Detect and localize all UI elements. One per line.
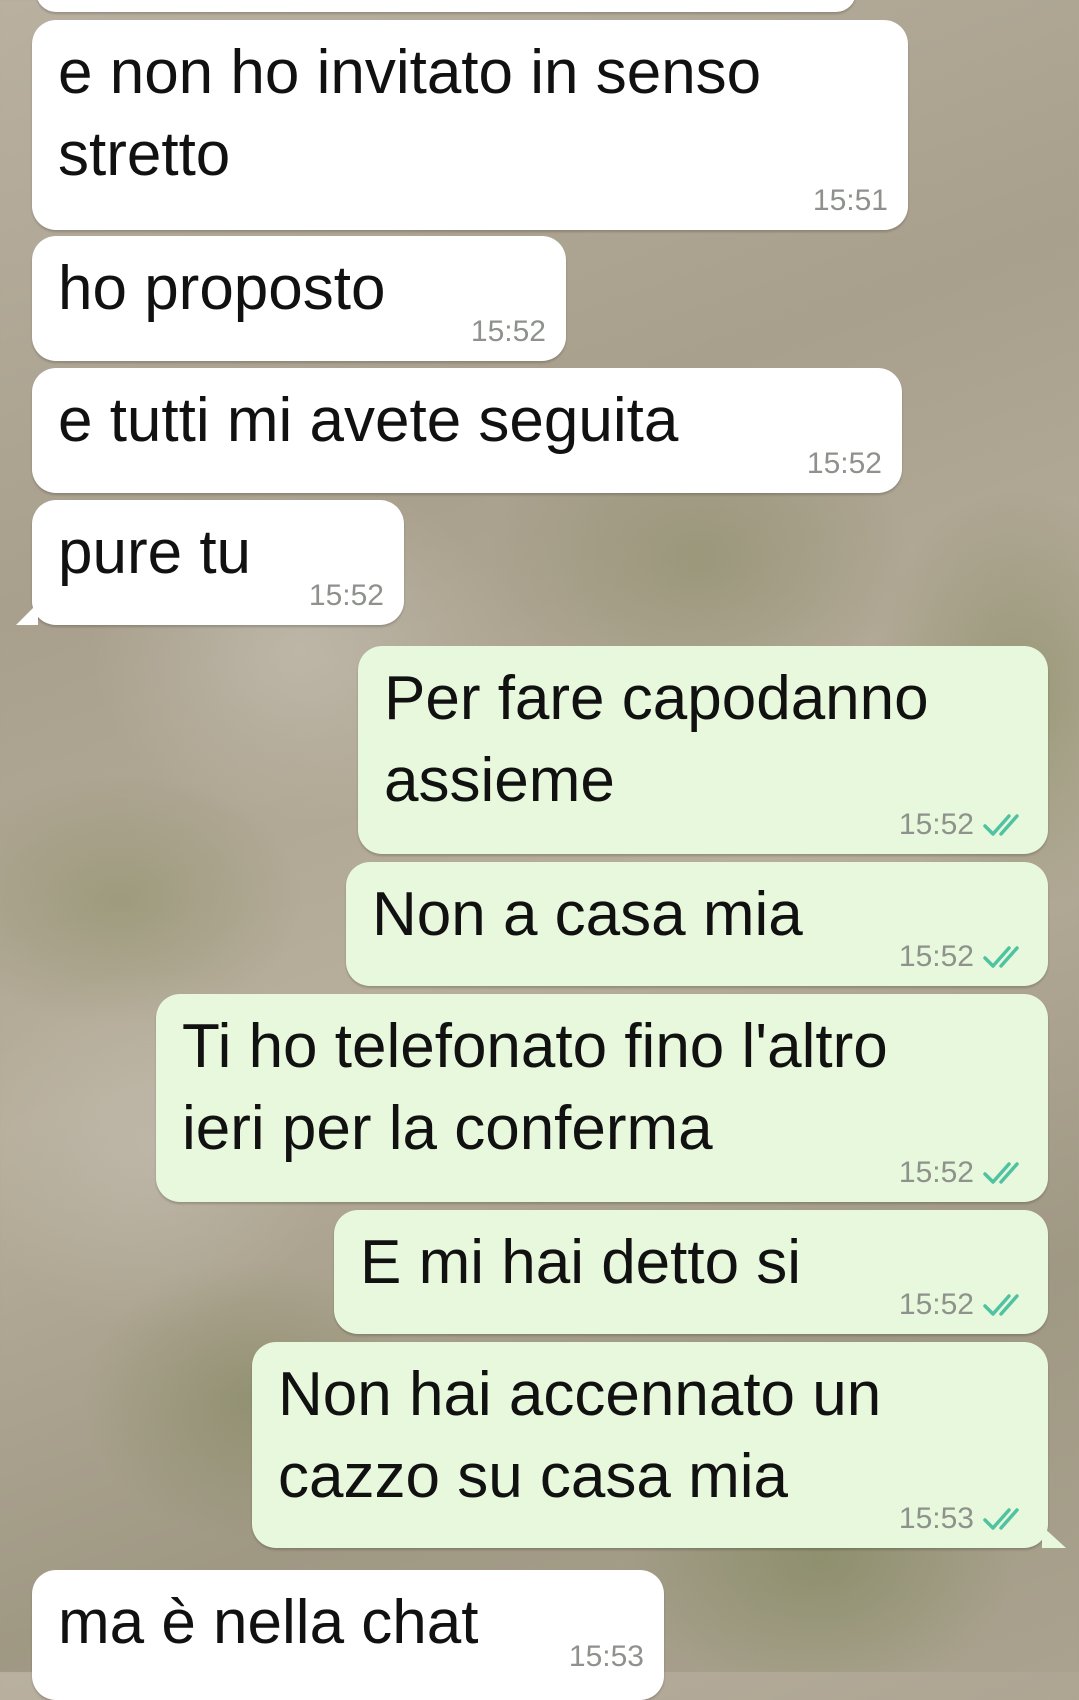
message-meta: 15:53 <box>569 1640 644 1674</box>
message-text: Non hai accennato un cazzo su casa mia <box>278 1360 882 1511</box>
message-timestamp: 15:52 <box>308 579 384 612</box>
message-timestamp: 15:52 <box>898 808 974 841</box>
message-meta: 15:52 <box>471 315 546 349</box>
bubble-tail <box>1042 1526 1066 1548</box>
message-meta: 15:52 <box>807 447 882 481</box>
double-check-icon <box>983 946 1019 968</box>
message-text: e tutti mi avete seguita <box>58 386 679 455</box>
message-timestamp: 15:52 <box>898 940 974 973</box>
message-meta: 15:51 <box>813 184 888 218</box>
message-bubble-outgoing[interactable]: Ti ho telefonato fino l'altro ieri per l… <box>156 994 1048 1202</box>
message-text: Ti ho telefonato fino l'altro ieri per l… <box>182 1012 888 1163</box>
message-bubble-outgoing[interactable]: E mi hai detto si 15:52 <box>334 1210 1048 1334</box>
message-timestamp: 15:53 <box>898 1502 974 1535</box>
message-meta: 15:52 <box>899 1156 1028 1190</box>
message-bubble-incoming[interactable]: ma è nella chat 15:53 <box>32 1570 664 1700</box>
message-bubble-incoming[interactable]: e tutti mi avete seguita 15:52 <box>32 368 902 493</box>
chat-message-list[interactable]: e non ho invitato in senso stretto 15:51… <box>0 0 1079 1700</box>
message-meta: 15:52 <box>899 1288 1028 1322</box>
bubble-tail <box>16 603 38 625</box>
message-bubble-outgoing[interactable]: Non a casa mia 15:52 <box>346 862 1048 986</box>
message-bubble-incoming[interactable]: ho proposto 15:52 <box>32 236 566 361</box>
double-check-icon <box>983 1508 1019 1530</box>
double-check-icon <box>983 1162 1019 1184</box>
message-timestamp: 15:51 <box>812 184 888 217</box>
message-meta: 15:52 <box>899 940 1028 974</box>
message-timestamp: 15:52 <box>806 447 882 480</box>
message-meta: 15:52 <box>309 579 384 613</box>
message-meta: 15:53 <box>899 1502 1028 1536</box>
double-check-icon <box>983 1294 1019 1316</box>
message-text: ma è nella chat <box>58 1588 479 1657</box>
message-text: Per fare capodanno assieme <box>384 664 929 815</box>
message-bubble-incoming[interactable]: e non ho invitato in senso stretto 15:51 <box>32 20 908 230</box>
message-timestamp: 15:52 <box>470 315 546 348</box>
message-timestamp: 15:53 <box>568 1640 644 1673</box>
double-check-icon <box>983 814 1019 836</box>
message-bubble-incoming[interactable]: pure tu 15:52 <box>16 500 404 625</box>
message-bubble-outgoing[interactable]: Per fare capodanno assieme 15:52 <box>358 646 1048 854</box>
message-timestamp: 15:52 <box>898 1288 974 1321</box>
message-bubble-outgoing[interactable]: Non hai accennato un cazzo su casa mia 1… <box>252 1342 1066 1548</box>
message-meta: 15:52 <box>899 808 1028 842</box>
message-bubble-incoming-partial[interactable] <box>36 0 856 12</box>
message-timestamp: 15:52 <box>898 1156 974 1189</box>
message-text: e non ho invitato in senso stretto <box>58 38 762 189</box>
